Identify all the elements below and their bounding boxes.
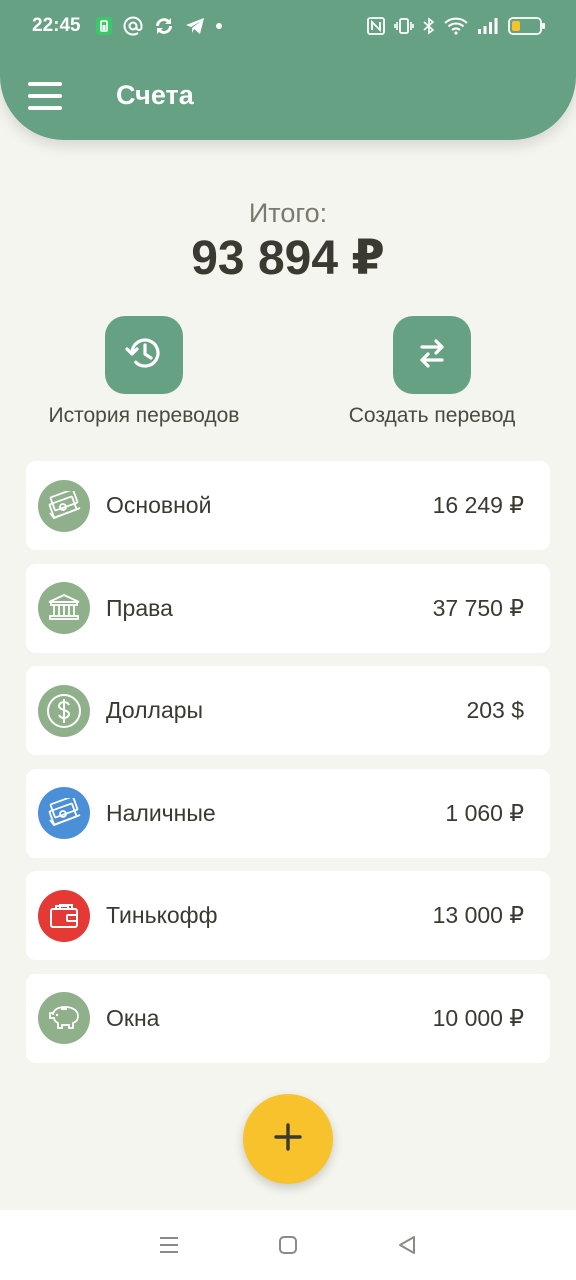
accounts-list: Основной 16 249 ₽ Права 37 750 ₽ Доллары… (26, 461, 550, 1076)
account-amount: 1 060 ₽ (445, 799, 524, 826)
piggy-bank-icon (38, 992, 90, 1044)
account-name: Основной (106, 492, 212, 518)
hamburger-icon[interactable] (28, 82, 62, 110)
create-transfer-button[interactable] (393, 316, 471, 394)
account-card[interactable]: Права 37 750 ₽ (26, 563, 550, 653)
account-card[interactable]: Доллары 203 $ (26, 666, 550, 755)
nfc-icon (367, 17, 385, 35)
battery-icon (508, 17, 546, 35)
plus-icon (273, 1122, 303, 1157)
transfer-label: Создать перевод (348, 404, 516, 427)
account-name: Тинькофф (106, 902, 218, 928)
wifi-icon (444, 17, 468, 35)
account-amount: 203 $ (466, 697, 524, 723)
account-card[interactable]: Основной 16 249 ₽ (26, 461, 550, 550)
recent-apps-icon[interactable] (149, 1225, 189, 1265)
history-icon (124, 333, 164, 378)
account-card[interactable]: Тинькофф 13 000 ₽ (26, 871, 550, 960)
total-value: 93 894 ₽ (191, 232, 385, 285)
account-card[interactable]: Окна 10 000 ₽ (26, 973, 550, 1063)
account-amount: 16 249 ₽ (432, 492, 524, 518)
system-navbar (0, 1210, 576, 1280)
total-label: Итого: (248, 198, 328, 228)
account-name: Окна (106, 1004, 160, 1031)
account-name: Права (106, 594, 173, 621)
add-account-button[interactable] (243, 1094, 333, 1184)
battery-saver-icon (95, 16, 113, 36)
transfer-action: Создать перевод (334, 316, 530, 428)
bank-icon (38, 582, 90, 634)
vibrate-icon (394, 17, 414, 35)
app-header: 22:45 Счета (0, 0, 576, 140)
home-icon[interactable] (268, 1225, 308, 1265)
history-button[interactable] (105, 316, 183, 394)
telegram-icon (185, 17, 205, 35)
sync-app-icon (153, 16, 175, 36)
money-stack-icon (38, 479, 90, 532)
wallet-icon (38, 889, 90, 942)
status-bar: 22:45 (0, 0, 576, 52)
account-amount: 10 000 ₽ (432, 1004, 524, 1031)
history-action: История переводов (40, 316, 248, 428)
transfer-icon (412, 333, 452, 378)
at-icon (123, 16, 143, 36)
account-amount: 37 750 ₽ (432, 594, 524, 621)
money-stack-icon (38, 787, 90, 839)
account-card[interactable]: Наличные 1 060 ₽ (26, 768, 550, 858)
bluetooth-icon (423, 17, 435, 35)
account-amount: 13 000 ₽ (432, 902, 524, 928)
history-label: История переводов (48, 404, 240, 427)
account-name: Доллары (106, 697, 204, 723)
status-time: 22:45 (32, 15, 81, 36)
back-icon[interactable] (387, 1225, 427, 1265)
dot-icon (215, 22, 223, 30)
account-name: Наличные (106, 799, 216, 826)
dollar-coin-icon (38, 684, 90, 737)
page-title: Счета (116, 80, 194, 110)
signal-icon (477, 17, 499, 35)
